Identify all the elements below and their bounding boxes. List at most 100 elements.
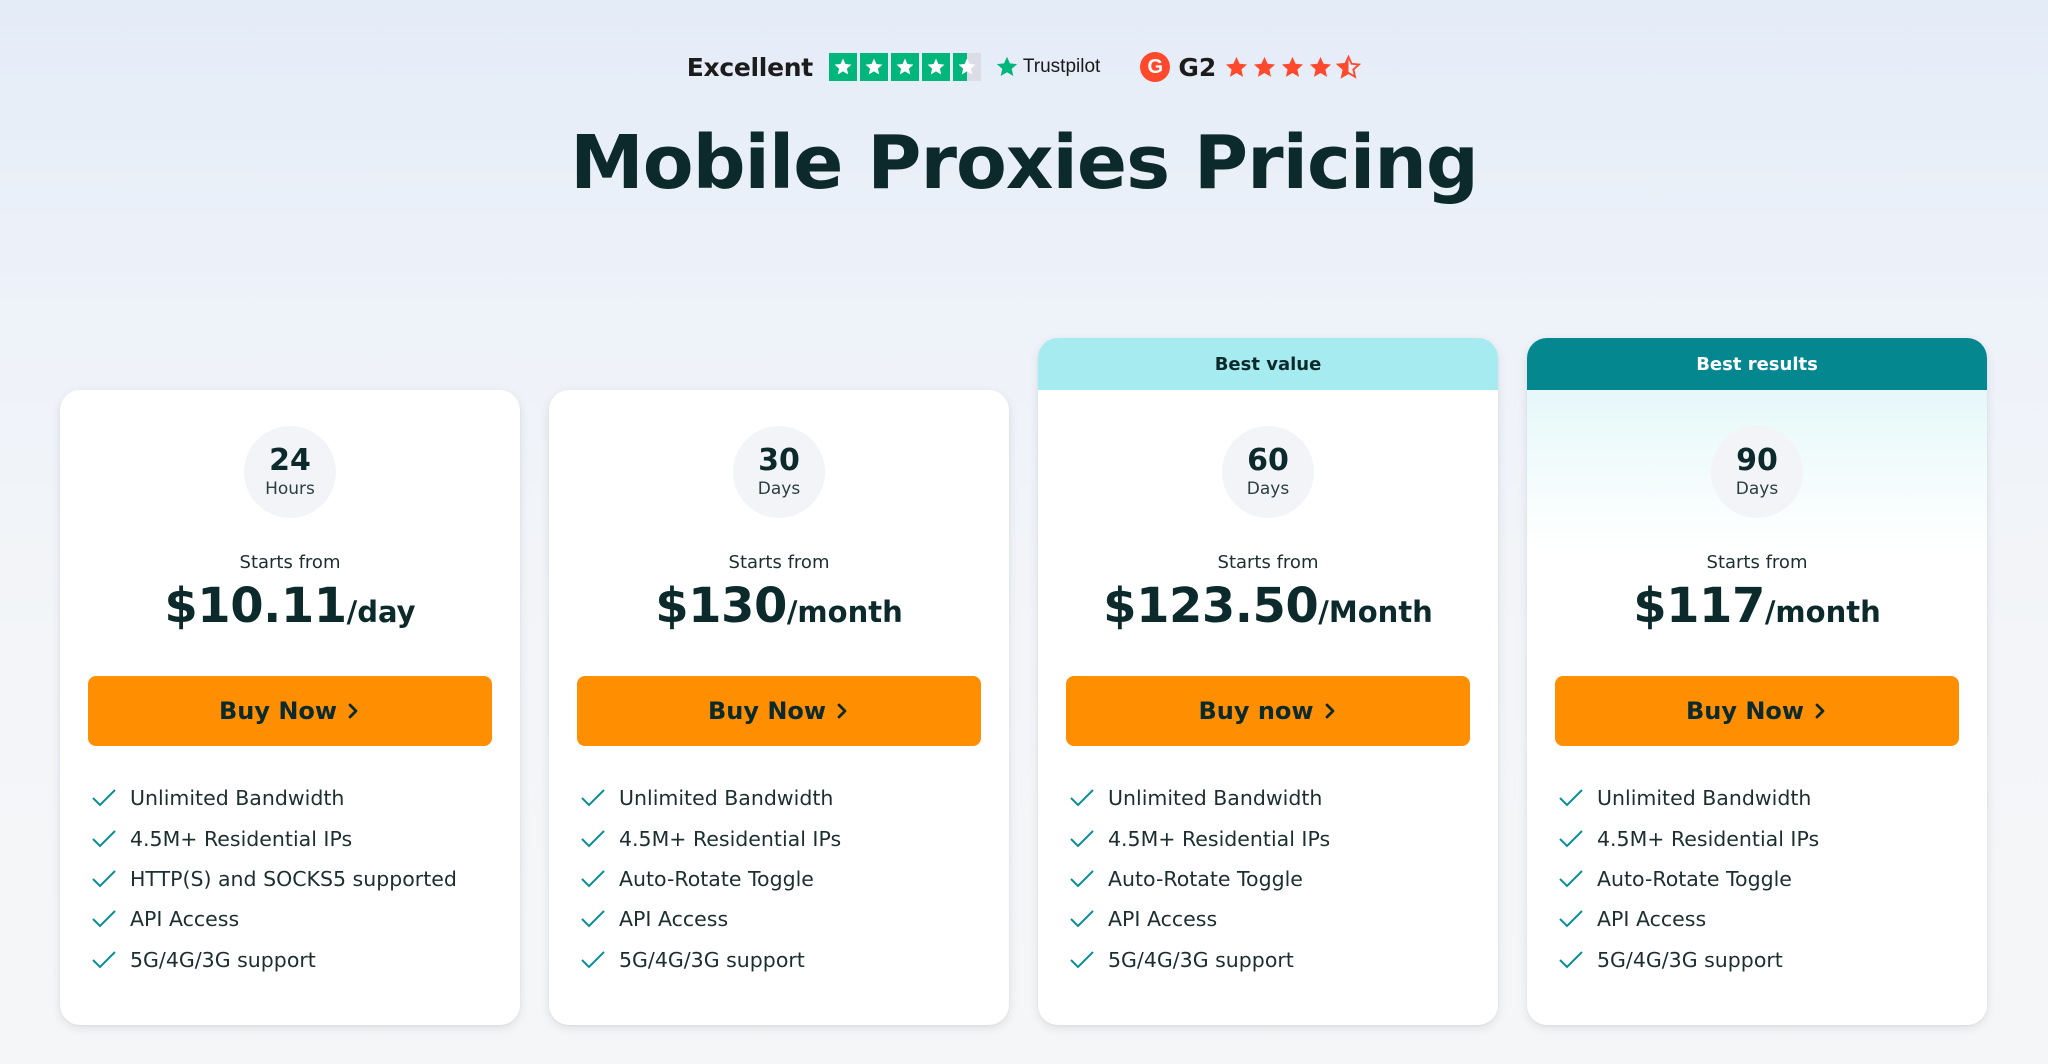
starts-from-label: Starts from (239, 552, 341, 573)
price-amount: $117 (1633, 578, 1765, 634)
trustpilot-logo-star-icon (996, 56, 1018, 76)
feature-list: Unlimited Bandwidth 4.5M+ Residential IP… (90, 778, 457, 980)
duration-unit: Hours (265, 479, 315, 499)
buy-now-label: Buy Now (707, 697, 827, 725)
feature-text: 4.5M+ Residential IPs (619, 826, 842, 851)
buy-now-button[interactable]: Buy Now (1555, 676, 1959, 746)
check-icon (92, 870, 116, 888)
check-icon (92, 951, 116, 969)
check-icon (1070, 829, 1094, 847)
price: $123.50/Month (1038, 578, 1498, 634)
duration-badge: 60 Days (1222, 426, 1314, 518)
price-amount: $10.11 (164, 578, 347, 634)
feature-text: Auto-Rotate Toggle (1108, 866, 1303, 891)
check-icon (1070, 870, 1094, 888)
plan-card-90-days: Best results 90 Days Starts from $117/mo… (1527, 338, 1987, 1025)
feature-item: 5G/4G/3G support (1068, 940, 1330, 980)
starts-from-label: Starts from (1217, 552, 1319, 573)
feature-item: API Access (1557, 899, 1819, 939)
check-icon (1559, 789, 1583, 807)
trustpilot-star-icon (859, 53, 888, 81)
feature-item: Auto-Rotate Toggle (1068, 859, 1330, 899)
feature-item: Unlimited Bandwidth (1068, 778, 1330, 818)
check-icon (1070, 789, 1094, 807)
feature-text: Unlimited Bandwidth (1108, 786, 1323, 811)
duration-unit: Days (757, 479, 801, 499)
feature-item: 4.5M+ Residential IPs (579, 818, 841, 858)
check-icon (581, 789, 605, 807)
price: $130/month (549, 578, 1009, 634)
starts-from-label: Starts from (728, 552, 830, 573)
ratings-bar: Excellent Trustpilot G G2 (0, 52, 2048, 82)
feature-text: 5G/4G/3G support (1597, 947, 1783, 972)
feature-item: 5G/4G/3G support (90, 940, 457, 980)
feature-list: Unlimited Bandwidth 4.5M+ Residential IP… (579, 778, 841, 980)
feature-text: HTTP(S) and SOCKS5 supported (130, 866, 457, 891)
duration-unit: Days (1246, 479, 1290, 499)
g2-stars (1224, 55, 1361, 80)
g2-logo-icon: G (1140, 52, 1171, 82)
buy-now-label: Buy Now (218, 697, 338, 725)
feature-text: API Access (1597, 907, 1707, 932)
plan-card-60-days: Best value 60 Days Starts from $123.50/M… (1038, 338, 1498, 1025)
duration-value: 60 (1247, 443, 1289, 478)
chevron-right-icon (1325, 703, 1334, 719)
feature-item: Unlimited Bandwidth (579, 778, 841, 818)
g2-star-icon (1254, 56, 1276, 77)
feature-text: 5G/4G/3G support (1108, 947, 1294, 972)
price-period: /month (786, 595, 903, 629)
check-icon (1559, 870, 1583, 888)
trustpilot-star-icon (890, 53, 919, 81)
buy-now-button[interactable]: Buy Now (577, 676, 981, 746)
starts-from-label: Starts from (1706, 552, 1808, 573)
feature-item: API Access (90, 899, 457, 939)
trustpilot-star-icon (921, 53, 950, 81)
check-icon (1070, 951, 1094, 969)
duration-unit: Days (1735, 479, 1779, 499)
feature-text: 4.5M+ Residential IPs (1108, 826, 1331, 851)
feature-item: API Access (579, 899, 841, 939)
feature-text: 5G/4G/3G support (619, 947, 805, 972)
plan-card-24-hours: 24 Hours Starts from $10.11/day Buy Now … (60, 390, 520, 1025)
price-period: /day (346, 595, 416, 629)
feature-text: Unlimited Bandwidth (619, 786, 834, 811)
check-icon (581, 829, 605, 847)
price-amount: $130 (655, 578, 787, 634)
feature-item: Auto-Rotate Toggle (579, 859, 841, 899)
feature-list: Unlimited Bandwidth 4.5M+ Residential IP… (1557, 778, 1819, 980)
check-icon (92, 789, 116, 807)
feature-text: Auto-Rotate Toggle (619, 866, 814, 891)
feature-item: Unlimited Bandwidth (90, 778, 457, 818)
duration-badge: 90 Days (1711, 426, 1803, 518)
price: $10.11/day (60, 578, 520, 634)
feature-item: Unlimited Bandwidth (1557, 778, 1819, 818)
duration-badge: 30 Days (733, 426, 825, 518)
feature-item: 4.5M+ Residential IPs (1068, 818, 1330, 858)
buy-now-button[interactable]: Buy now (1066, 676, 1470, 746)
trustpilot-star-icon (828, 53, 857, 81)
feature-item: 4.5M+ Residential IPs (90, 818, 457, 858)
trustpilot-logo[interactable]: Trustpilot (995, 55, 1100, 79)
trustpilot-half-star-icon (952, 53, 981, 81)
price: $117/month (1527, 578, 1987, 634)
check-icon (1559, 951, 1583, 969)
feature-list: Unlimited Bandwidth 4.5M+ Residential IP… (1068, 778, 1330, 980)
check-icon (581, 870, 605, 888)
feature-text: Auto-Rotate Toggle (1597, 866, 1792, 891)
duration-value: 30 (758, 443, 800, 478)
g2-rating[interactable]: G G2 (1140, 52, 1361, 82)
g2-star-icon (1282, 56, 1304, 77)
chevron-right-icon (837, 703, 847, 719)
feature-text: Unlimited Bandwidth (1597, 786, 1812, 811)
buy-now-button[interactable]: Buy Now (88, 676, 492, 746)
feature-item: Auto-Rotate Toggle (1557, 859, 1819, 899)
feature-text: 5G/4G/3G support (130, 947, 316, 972)
check-icon (1070, 910, 1094, 928)
g2-half-star-icon (1337, 55, 1361, 78)
trustpilot-brand: Trustpilot (1022, 56, 1101, 77)
check-icon (581, 910, 605, 928)
g2-star-icon (1310, 56, 1332, 77)
check-icon (92, 910, 116, 928)
duration-value: 90 (1736, 443, 1778, 478)
price-amount: $123.50 (1103, 578, 1319, 634)
